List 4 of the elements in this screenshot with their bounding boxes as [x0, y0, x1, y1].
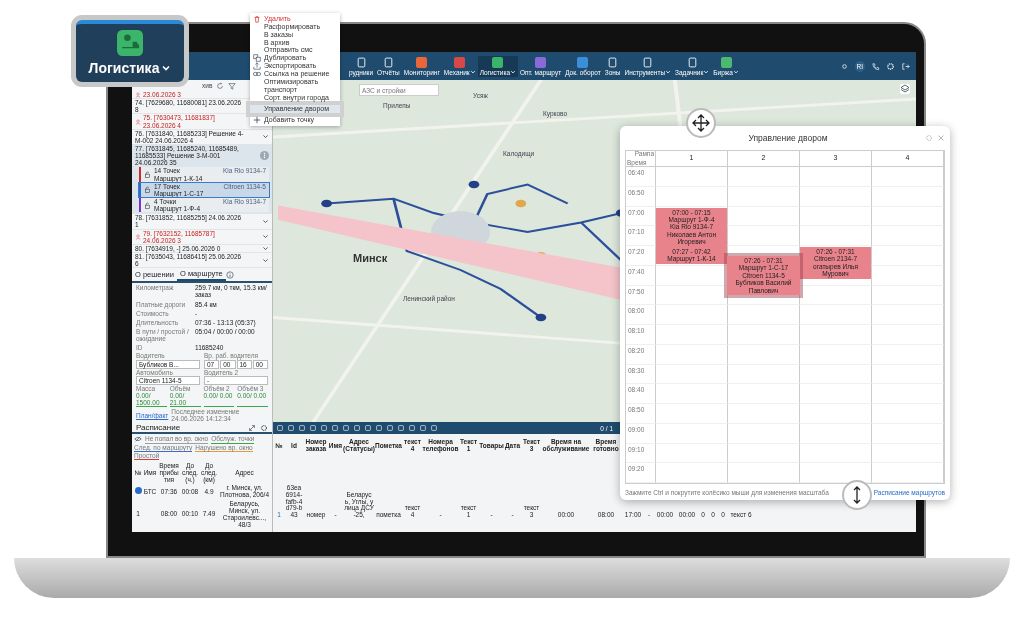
schedule-title: Расписание	[136, 423, 182, 433]
map-label: Минск	[353, 252, 388, 264]
dialog-title: Управление двором	[747, 133, 829, 143]
callout-label: Логистика	[88, 60, 160, 76]
